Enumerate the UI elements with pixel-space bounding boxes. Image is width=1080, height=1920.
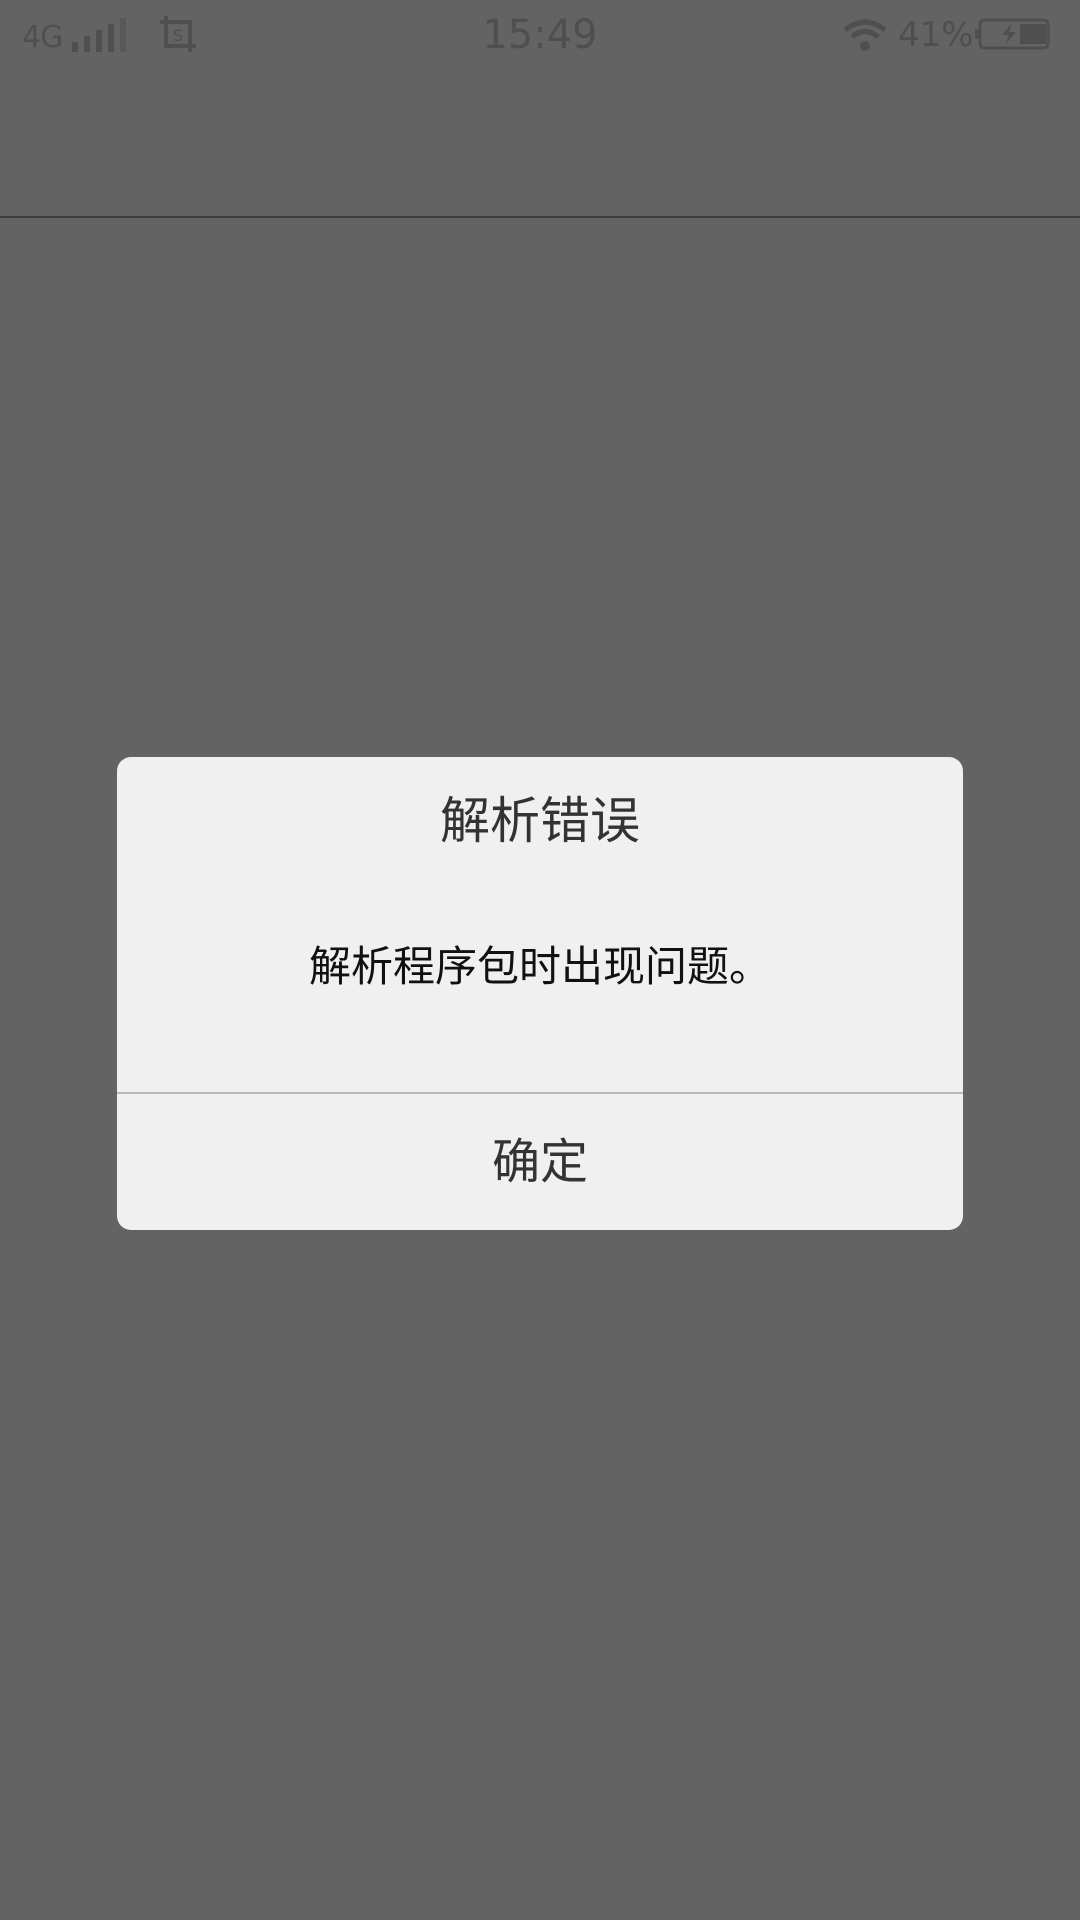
parse-error-dialog: 解析错误 解析程序包时出现问题。 确定: [117, 757, 963, 1230]
dialog-title: 解析错误: [440, 792, 640, 850]
wifi-icon: [843, 19, 887, 51]
screen: 4G S 15:49 41% 解析错误 解析程序包时出现问题。 确定: [0, 0, 1080, 1920]
battery-charging-icon: [975, 18, 1050, 50]
dialog-message: 解析程序包时出现问题。: [308, 942, 771, 991]
confirm-button[interactable]: 确定: [117, 1094, 963, 1230]
app-toolbar: [0, 70, 1080, 217]
battery-percent: 41%: [898, 15, 974, 55]
status-bar: 4G S 15:49 41%: [0, 0, 1080, 70]
toolbar-divider: [0, 216, 1080, 218]
battery-level-fill: [1020, 24, 1046, 44]
